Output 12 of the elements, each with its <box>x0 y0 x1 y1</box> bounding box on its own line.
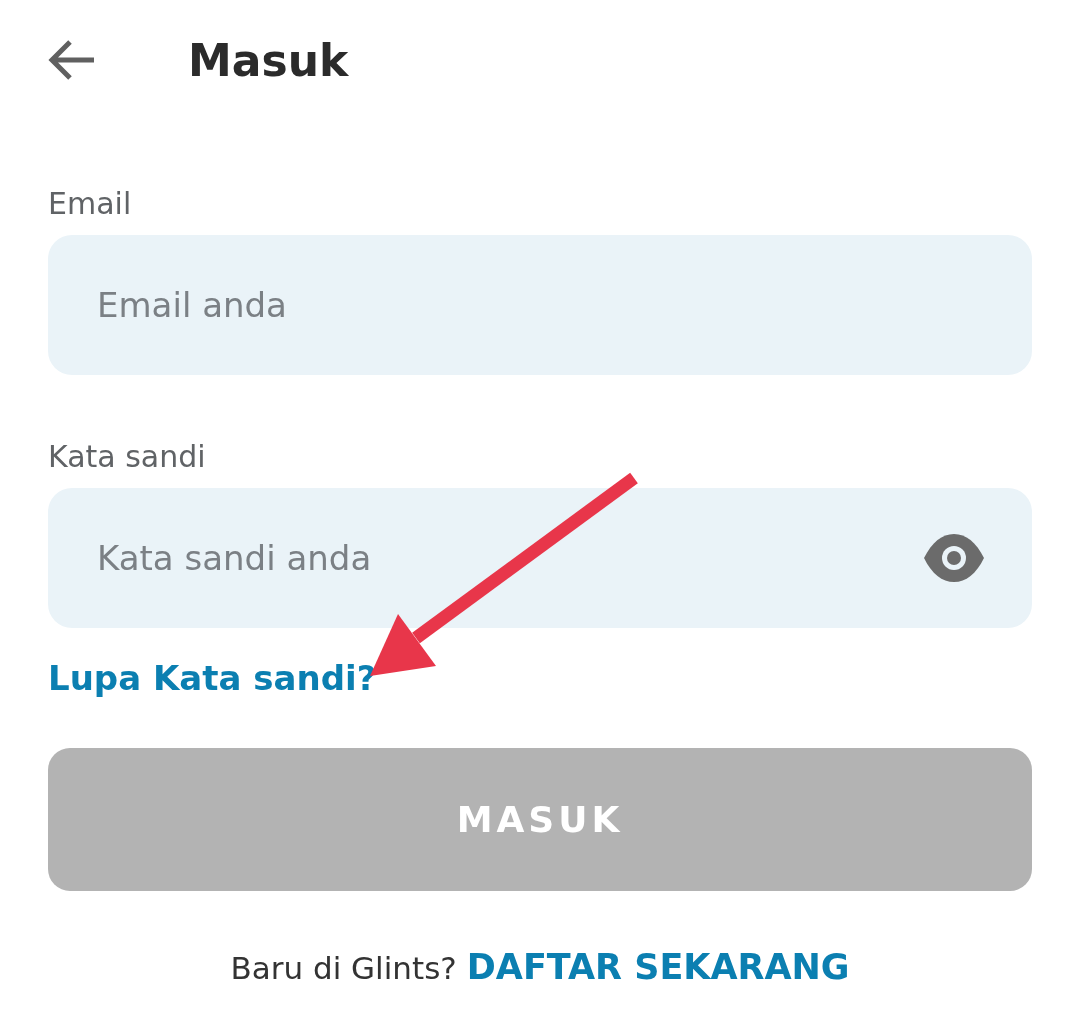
email-field[interactable]: Email anda <box>48 235 1032 375</box>
field-label: Email <box>48 186 133 221</box>
back-icon <box>48 40 96 80</box>
field-label: Kata sandi <box>48 439 207 474</box>
eye-icon <box>922 532 986 584</box>
forgot-password-link[interactable]: Lupa Kata sandi? <box>48 658 377 698</box>
password-field[interactable]: Kata sandi anda <box>48 488 1032 628</box>
page-title: Masuk <box>188 34 349 86</box>
back-button[interactable] <box>48 40 96 80</box>
footer-text: Baru di Glints? <box>230 950 457 986</box>
show-password-button[interactable] <box>922 532 986 584</box>
register-link[interactable]: DAFTAR SEKARANG <box>466 947 850 987</box>
